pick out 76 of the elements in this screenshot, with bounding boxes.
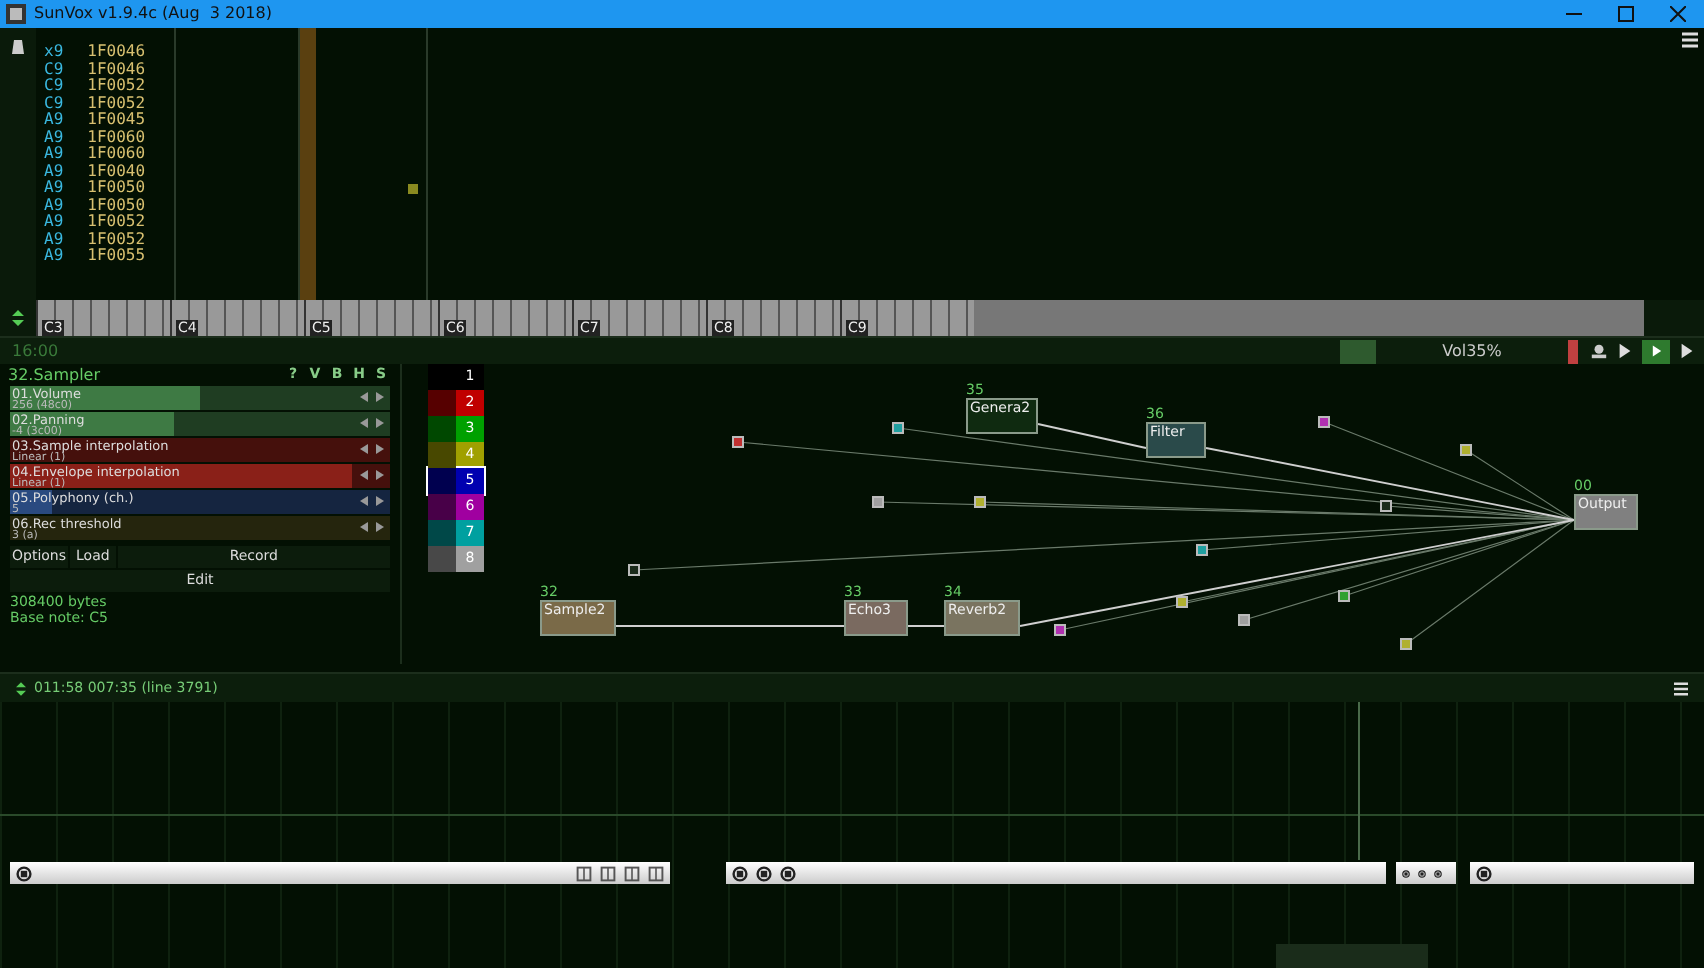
play-button[interactable] [1642,339,1670,363]
module-node[interactable] [1318,416,1330,428]
record-icon[interactable] [1590,342,1608,360]
module-node[interactable] [1176,596,1188,608]
bars-icon[interactable] [648,865,664,881]
menu-icon[interactable] [1674,681,1688,695]
pattern-note: C9 [44,95,64,112]
left-arrow-icon[interactable] [360,444,368,454]
left-arrow-icon[interactable] [360,418,368,428]
right-arrow-icon[interactable] [376,522,384,532]
right-arrow-icon[interactable] [376,418,384,428]
updown-icon[interactable] [16,681,26,695]
app-icon [6,4,26,24]
pattern-effect: 1F0046 [87,61,146,78]
module-node[interactable] [1380,500,1392,512]
module-node[interactable] [1196,544,1208,556]
pattern-marker [408,184,418,194]
module-node[interactable] [732,436,744,448]
track-bar[interactable] [1470,862,1694,884]
metronome-icon[interactable] [8,36,28,56]
left-arrow-icon[interactable] [360,470,368,480]
pattern-note: A9 [44,146,64,163]
module-node[interactable] [1238,614,1250,626]
menu-icon[interactable] [1682,32,1698,48]
window-title: SunVox v1.9.4c (Aug 3 2018) [34,2,274,26]
pattern-effect: 1F0052 [87,78,146,95]
module-node[interactable] [1338,590,1350,602]
maximize-icon[interactable] [1618,6,1634,22]
left-arrow-icon[interactable] [360,392,368,402]
pattern-note: A9 [44,112,64,129]
pattern-effect: 1F0050 [87,180,146,197]
updown-icon[interactable] [12,310,24,326]
connection-line [907,625,945,627]
pattern-effect: 1F0052 [87,214,146,231]
pattern-effect: 1F0052 [87,95,146,112]
pattern-effect: 1F0050 [87,197,146,214]
module-node[interactable] [892,422,904,434]
pattern-note: A9 [44,248,64,265]
pattern-effect: 1F0052 [87,231,146,248]
left-arrow-icon[interactable] [360,496,368,506]
pattern-note: A9 [44,180,64,197]
pattern-effect: 1F0060 [87,129,146,146]
pattern-effect: 1F0040 [87,163,146,180]
pattern-note: C9 [44,78,64,95]
pattern-note: x9 [44,44,64,61]
pattern-note: A9 [44,231,64,248]
left-arrow-icon[interactable] [360,522,368,532]
module-node[interactable] [1460,444,1472,456]
volume-display[interactable]: Vol35% [1376,339,1568,363]
scroll-thumb[interactable] [1276,944,1428,968]
time-display: 16:00 [10,339,61,363]
pattern-effect: 1F0046 [87,44,146,61]
level-meter [1568,339,1578,363]
pattern-note: C9 [44,61,64,78]
close-icon[interactable] [1670,6,1686,22]
right-arrow-icon[interactable] [376,444,384,454]
module-node[interactable] [974,496,986,508]
pattern-note: A9 [44,163,64,180]
module-node[interactable] [628,564,640,576]
module-node[interactable] [872,496,884,508]
track-bar[interactable] [1396,862,1456,884]
right-arrow-icon[interactable] [376,392,384,402]
play-icon [1649,344,1663,358]
pattern-effect: 1F0055 [87,248,146,265]
track-bar[interactable] [726,862,1386,884]
module-title: 32.Sampler [8,363,103,387]
track-bar[interactable] [10,862,670,884]
module-node[interactable] [1400,638,1412,650]
pattern-note: A9 [44,197,64,214]
pattern-effect: 1F0060 [87,146,146,163]
pattern-effect: 1F0045 [87,112,146,129]
right-arrow-icon[interactable] [376,470,384,480]
right-arrow-icon[interactable] [376,496,384,506]
module-node[interactable] [1054,624,1066,636]
pattern-note: A9 [44,214,64,231]
pattern-note: A9 [44,129,64,146]
